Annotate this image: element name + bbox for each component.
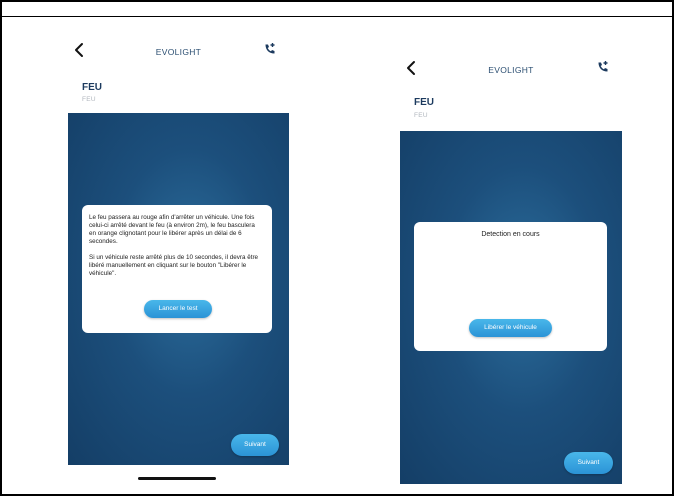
section-subtitle: FEU bbox=[82, 96, 96, 103]
app-title: EVOLIGHT bbox=[488, 65, 534, 75]
next-button[interactable]: Suivant bbox=[564, 452, 613, 474]
start-test-button[interactable]: Lancer le test bbox=[144, 300, 212, 318]
dialog-paragraph-1: Le feu passera au rouge afin d'arrêter u… bbox=[89, 214, 255, 245]
app-title: EVOLIGHT bbox=[155, 47, 202, 57]
detection-dialog: Detection en cours Libérer le véhicule bbox=[414, 222, 607, 351]
dialog-paragraph-2: Si un véhicule reste arrêté plus de 10 s… bbox=[89, 254, 259, 277]
frame-border-top bbox=[0, 0, 674, 2]
phone-screen-detection: EVOLIGHT FEU FEU Detection en cours Libé… bbox=[400, 44, 622, 484]
phone-plus-icon[interactable] bbox=[596, 60, 610, 74]
top-bar: EVOLIGHT bbox=[400, 56, 622, 86]
info-dialog: Le feu passera au rouge afin d'arrêter u… bbox=[82, 205, 272, 333]
next-button[interactable]: Suivant bbox=[231, 434, 279, 456]
frame-divider bbox=[0, 16, 674, 17]
section-title: FEU bbox=[414, 97, 434, 108]
section-title: FEU bbox=[82, 82, 102, 93]
frame-border-left bbox=[0, 0, 2, 496]
detection-status: Detection en cours bbox=[481, 231, 540, 238]
top-bar: EVOLIGHT bbox=[68, 38, 289, 68]
home-indicator bbox=[138, 477, 216, 480]
release-vehicle-button[interactable]: Libérer le véhicule bbox=[469, 319, 552, 337]
section-subtitle: FEU bbox=[414, 112, 428, 119]
phone-plus-icon[interactable] bbox=[263, 42, 277, 56]
phone-screen-intro: EVOLIGHT FEU FEU Le feu passera au rouge… bbox=[68, 30, 289, 490]
